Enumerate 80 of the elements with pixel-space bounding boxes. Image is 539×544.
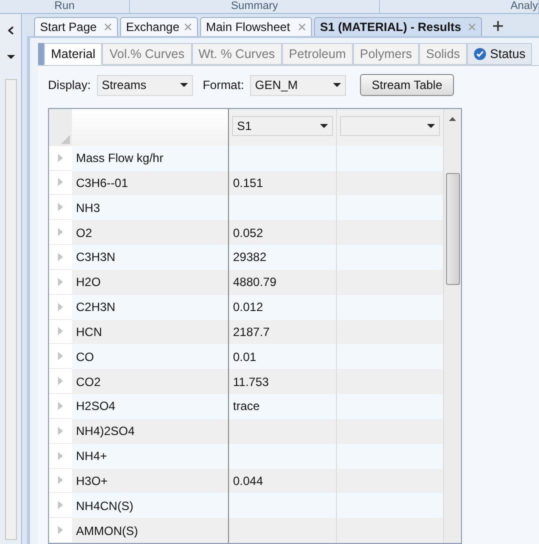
caret-icon bbox=[6, 55, 14, 59]
stream-dropdown[interactable] bbox=[340, 116, 440, 136]
row-label: H2SO4 bbox=[76, 398, 116, 416]
result-tab[interactable]: Material bbox=[44, 43, 102, 65]
row-expand-icon[interactable] bbox=[58, 426, 63, 435]
row-expand-icon[interactable] bbox=[58, 252, 63, 261]
ribbon-group-label: Summary bbox=[230, 0, 278, 13]
row-expand-icon[interactable] bbox=[58, 154, 63, 162]
scroll-up-icon[interactable] bbox=[449, 117, 456, 121]
row-expand-icon[interactable] bbox=[58, 402, 63, 410]
caret-icon bbox=[427, 124, 435, 128]
row-expand-icon[interactable] bbox=[58, 327, 63, 336]
row-expand-icon[interactable] bbox=[58, 178, 63, 186]
row-expand-icon[interactable] bbox=[58, 228, 63, 236]
stream-dropdown[interactable]: S1 bbox=[232, 116, 333, 136]
row-label: NH3 bbox=[76, 200, 100, 217]
display-label: Display: bbox=[48, 77, 91, 94]
document-tab[interactable]: Main Flowsheet bbox=[200, 17, 312, 36]
value-cell-text: 0.012 bbox=[233, 299, 264, 316]
row-label: C2H3N bbox=[76, 299, 116, 316]
check-circle-icon bbox=[474, 48, 486, 60]
row-expand-icon[interactable] bbox=[58, 452, 63, 460]
value-cell-text: 0.01 bbox=[233, 348, 256, 366]
row-label: C3H3N bbox=[76, 249, 116, 266]
close-icon[interactable] bbox=[468, 23, 476, 31]
row-label: NH4)2SO4 bbox=[76, 423, 135, 440]
row-label: O2 bbox=[76, 224, 92, 242]
value-cell-text: 0.151 bbox=[233, 174, 264, 192]
row-expand-icon[interactable] bbox=[58, 203, 63, 212]
row-label: H2O bbox=[76, 274, 101, 292]
caret-icon bbox=[320, 124, 328, 128]
result-tab[interactable]: Solids bbox=[418, 43, 468, 65]
value-cell-text: 2187.7 bbox=[233, 324, 270, 341]
row-expand-icon[interactable] bbox=[58, 302, 63, 311]
document-tab[interactable]: Exchange bbox=[120, 17, 198, 36]
value-cell-text: 0.044 bbox=[233, 472, 264, 490]
value-cell-text: 0.052 bbox=[233, 224, 264, 242]
value-cell-text: 29382 bbox=[233, 249, 266, 266]
value-cell-text: trace bbox=[233, 398, 260, 416]
ribbon-group-label: Run bbox=[54, 0, 75, 13]
row-expand-icon[interactable] bbox=[58, 501, 63, 510]
document-tab[interactable]: S1 (MATERIAL) - Results bbox=[314, 17, 482, 36]
close-icon[interactable] bbox=[298, 23, 306, 31]
result-tab[interactable]: Vol.% Curves bbox=[102, 43, 192, 65]
row-expand-icon[interactable] bbox=[58, 476, 63, 484]
row-expand-icon[interactable] bbox=[58, 278, 63, 286]
value-cell-text: 11.753 bbox=[233, 374, 269, 391]
row-expand-icon[interactable] bbox=[58, 526, 63, 534]
scroll-thumb[interactable] bbox=[446, 173, 460, 285]
row-label: NH4CN(S) bbox=[76, 498, 134, 515]
close-icon[interactable] bbox=[104, 23, 112, 31]
row-expand-icon[interactable] bbox=[58, 352, 63, 360]
row-label: HCN bbox=[76, 324, 102, 341]
row-label: NH4+ bbox=[76, 448, 108, 466]
caret-icon bbox=[333, 83, 342, 87]
format-label: Format: bbox=[202, 77, 244, 94]
result-tab[interactable]: Status bbox=[467, 43, 532, 65]
result-tab[interactable]: Wt. % Curves bbox=[192, 43, 282, 65]
ribbon-group-label: Analy bbox=[510, 0, 538, 13]
row-label: C3H6--01 bbox=[76, 174, 128, 192]
row-label: CO bbox=[76, 348, 94, 366]
format-dropdown[interactable]: GEN_M bbox=[250, 74, 346, 96]
row-label: H3O+ bbox=[76, 472, 108, 490]
stream-table-button[interactable]: Stream Table bbox=[360, 74, 454, 96]
row-expand-icon[interactable] bbox=[58, 377, 63, 386]
plus-icon[interactable] bbox=[492, 20, 504, 32]
vertical-scrollbar[interactable] bbox=[444, 109, 461, 543]
scrollbar[interactable] bbox=[4, 79, 16, 540]
row-label: CO2 bbox=[76, 374, 101, 391]
result-tab[interactable]: Polymers bbox=[352, 43, 419, 65]
caret-icon bbox=[180, 83, 188, 87]
value-cell-text: 4880.79 bbox=[233, 274, 276, 292]
document-tab[interactable]: Start Page bbox=[34, 17, 118, 36]
result-tab[interactable]: Petroleum bbox=[282, 43, 353, 65]
chevron-left-icon[interactable] bbox=[8, 26, 14, 35]
close-icon[interactable] bbox=[184, 23, 192, 31]
row-label: Mass Flow kg/hr bbox=[76, 150, 164, 168]
display-dropdown[interactable]: Streams bbox=[96, 74, 193, 96]
select-all-corner-icon[interactable] bbox=[61, 134, 70, 144]
row-label: AMMON(S) bbox=[76, 522, 138, 540]
